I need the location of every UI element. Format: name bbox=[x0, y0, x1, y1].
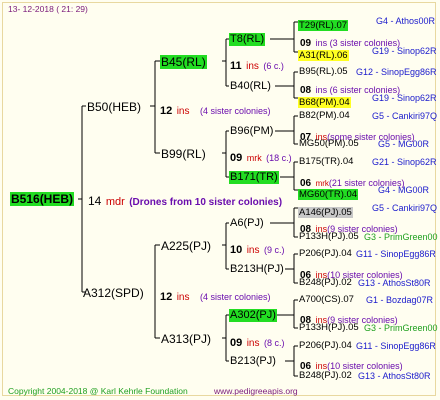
gen4-node[interactable]: A31(RL).06 bbox=[298, 50, 349, 61]
gen1-num: 12 bbox=[160, 105, 173, 117]
gen3-node[interactable]: T8(RL) bbox=[229, 33, 266, 46]
gen4-node[interactable]: B248(PJ).02 bbox=[299, 371, 352, 381]
gen4-info: G5 - Cankiri97Q bbox=[372, 111, 438, 121]
gen1-ins: ins bbox=[176, 292, 190, 303]
gen4-info: G13 - AthosSt80R bbox=[358, 278, 431, 288]
gen2-node[interactable]: A225(PJ) bbox=[160, 239, 212, 253]
gen3-node[interactable]: B171(TR) bbox=[229, 171, 279, 184]
gen4-info: G4 - MG00R bbox=[378, 185, 430, 195]
footer-site-link[interactable]: www.pedigreeapis.org bbox=[214, 386, 298, 396]
gen4-node[interactable]: B95(RL).05 bbox=[299, 67, 348, 77]
gen2-ins: ins bbox=[246, 338, 260, 349]
gen1-num: 12 bbox=[160, 291, 173, 303]
gen3-node[interactable]: A302(PJ) bbox=[229, 309, 277, 322]
root-info: 14 mdr (Drones from 10 sister colonies) bbox=[88, 193, 282, 209]
gen4-info: G5 - Cankiri97Q bbox=[372, 203, 438, 213]
gen1-info: 12 ins (4 sister colonies) bbox=[160, 288, 270, 304]
gen4-node[interactable]: P206(PJ).04 bbox=[299, 249, 352, 259]
gen4-info: G19 - Sinop62R bbox=[372, 46, 437, 56]
gen4-info: G11 - SinopEgg86R bbox=[356, 341, 436, 351]
gen4-row: T29(RL).07 bbox=[298, 16, 349, 32]
gen2-node[interactable]: A313(PJ) bbox=[160, 332, 212, 346]
gen2-info: 11 ins (6 c.) bbox=[230, 57, 284, 73]
gen4-node[interactable]: T29(RL).07 bbox=[298, 20, 349, 31]
gen4-node[interactable]: P206(PJ).04 bbox=[299, 341, 352, 351]
gen4-info: G11 - SinopEgg86R bbox=[356, 249, 436, 259]
gen3-node[interactable]: B96(PM) bbox=[229, 125, 274, 138]
gen2-info: 09 mrk (18 c.) bbox=[230, 149, 292, 165]
gen4-node[interactable]: A700(CS).07 bbox=[299, 295, 354, 305]
gen4-info: G21 - Sinop62R bbox=[372, 157, 437, 167]
gen4-node[interactable]: MG50(PM).05 bbox=[299, 139, 359, 149]
gen2-num: 11 bbox=[230, 60, 242, 72]
gen2-note: (8 c.) bbox=[263, 338, 285, 348]
gen1-info: 12 ins (4 sister colonies) bbox=[160, 102, 270, 118]
root-node[interactable]: B516(HEB) bbox=[10, 192, 75, 206]
gen2-node[interactable]: B99(RL) bbox=[160, 147, 207, 161]
root-ins: mdr bbox=[105, 196, 125, 208]
gen2-num: 09 bbox=[230, 152, 243, 164]
root-num: 14 bbox=[88, 194, 102, 208]
gen4-node[interactable]: B175(TR).04 bbox=[299, 157, 353, 167]
gen3-node[interactable]: B213H(PJ) bbox=[229, 263, 285, 276]
gen3-node[interactable]: B213(PJ) bbox=[229, 355, 277, 368]
gen1-node[interactable]: A312(SPD) bbox=[82, 286, 145, 300]
root-note: (Drones from 10 sister colonies) bbox=[129, 197, 283, 208]
gen2-note: (6 c.) bbox=[263, 61, 284, 71]
gen1-node[interactable]: B50(HEB) bbox=[86, 100, 142, 114]
gen4-node[interactable]: B248(PJ).02 bbox=[299, 278, 352, 288]
gen4-info: G12 - SinopEgg86R bbox=[356, 67, 437, 77]
gen2-num: 10 bbox=[230, 244, 243, 256]
gen4-row: A146(PJ).05 bbox=[298, 203, 353, 219]
gen4-info: G1 - Bozdag07R bbox=[366, 295, 434, 305]
gen4-info: G13 - AthosSt80R bbox=[358, 371, 431, 381]
gen4-info: G3 - PrimGreen00 bbox=[364, 323, 438, 333]
gen4-node[interactable]: P133H(PJ).05 bbox=[299, 232, 359, 242]
gen3-node[interactable]: A6(PJ) bbox=[229, 217, 265, 230]
gen2-ins: mrk bbox=[246, 153, 262, 163]
gen4-node[interactable]: P133H(PJ).05 bbox=[299, 323, 359, 333]
gen1-note: (4 sister colonies) bbox=[199, 106, 271, 116]
gen4-info: G19 - Sinop62R bbox=[372, 93, 437, 103]
header-date: 13- 12-2018 ( 21: 29) bbox=[8, 4, 88, 14]
gen2-ins: ins bbox=[246, 245, 260, 256]
gen4-row: A31(RL).06 bbox=[298, 46, 349, 62]
gen3-node[interactable]: B40(RL) bbox=[229, 80, 272, 93]
gen2-info: 09 ins (8 c.) bbox=[230, 334, 284, 350]
gen2-info: 10 ins (9 c.) bbox=[230, 241, 284, 257]
gen4-row: B68(PM).04 bbox=[298, 93, 351, 109]
gen4-row: MG60(TR).04 bbox=[298, 185, 359, 201]
gen4-node[interactable]: MG60(TR).04 bbox=[298, 189, 359, 200]
pedigree-stage: 13- 12-2018 ( 21: 29) B516(HEB) 14 mdr (… bbox=[0, 0, 440, 400]
gen2-num: 09 bbox=[230, 337, 243, 349]
footer-copyright: Copyright 2004-2018 @ Karl Kehrle Founda… bbox=[8, 386, 188, 396]
gen2-note: (18 c.) bbox=[266, 153, 292, 163]
gen4-info: G3 - PrimGreen00 bbox=[364, 232, 438, 242]
gen4-node[interactable]: B68(PM).04 bbox=[298, 97, 351, 108]
gen1-note: (4 sister colonies) bbox=[199, 292, 271, 302]
gen2-ins: ins bbox=[246, 61, 259, 72]
gen4-info: G5 - MG00R bbox=[378, 139, 430, 149]
gen1-ins: ins bbox=[176, 106, 190, 117]
gen4-node[interactable]: B82(PM).04 bbox=[299, 111, 350, 121]
gen2-node[interactable]: B45(RL) bbox=[160, 55, 207, 69]
gen4-info: G4 - Athos00R bbox=[376, 16, 436, 26]
gen2-note: (9 c.) bbox=[263, 245, 285, 255]
gen4-node[interactable]: A146(PJ).05 bbox=[298, 207, 353, 218]
